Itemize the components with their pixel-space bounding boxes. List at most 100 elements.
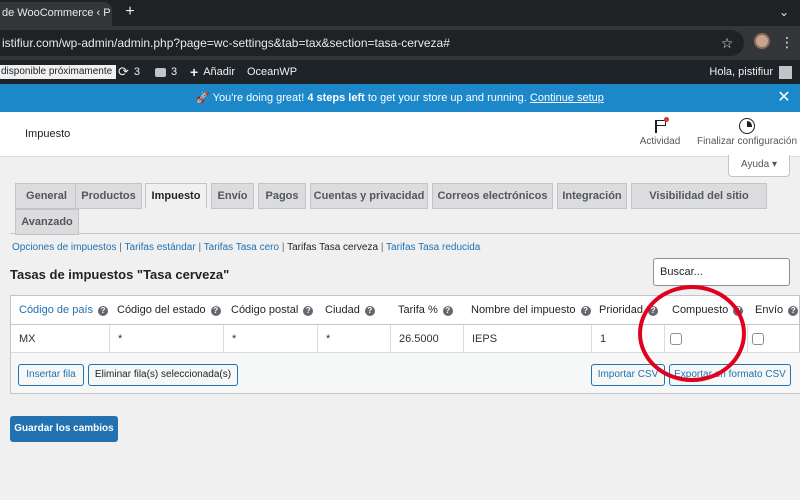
tab-search-icon[interactable]: ⌄ <box>776 4 792 20</box>
tab-pagos[interactable]: Pagos <box>258 183 306 209</box>
help-icon: ? <box>788 305 799 316</box>
header-shipping-label: Envío <box>755 304 784 316</box>
updates-icon: ⟳ <box>118 64 129 79</box>
table-row: MX * * * 26.5000 IEPS 1 <box>11 325 800 353</box>
tab-cuentas[interactable]: Cuentas y privacidad <box>310 183 428 209</box>
page-title: Impuesto <box>25 128 71 140</box>
help-icon: ? <box>733 305 744 316</box>
adminbar-updates[interactable]: ⟳ 3 <box>118 60 140 84</box>
bookmark-star-icon[interactable]: ☆ <box>718 30 736 56</box>
cell-country[interactable]: MX <box>11 325 110 353</box>
header-priority: Prioridad? <box>599 296 659 325</box>
header-rate-label: Tarifa % <box>398 304 438 316</box>
setup-notice-text: 🚀 You're doing great! 4 steps left to ge… <box>0 84 800 112</box>
help-button[interactable]: Ayuda ▾ <box>728 155 790 177</box>
header-country-label: Código de país <box>19 304 93 316</box>
insert-row-button[interactable]: Insertar fila <box>18 364 84 386</box>
wp-admin-bar: disponible próximamente ⟳ 3 3 + Añadir O… <box>0 60 800 84</box>
browser-menu-icon[interactable]: ⋮ <box>780 32 794 52</box>
notice-message-2: to get your store up and running. <box>367 92 527 104</box>
comments-icon <box>155 67 166 77</box>
adminbar-comments[interactable]: 3 <box>155 60 177 84</box>
close-icon[interactable]: ✕ <box>776 89 792 107</box>
notice-message: 🚀 You're doing great! <box>196 92 305 104</box>
settings-tabs: General Productos Impuesto Envío Pagos C… <box>10 183 800 235</box>
add-label: Añadir <box>203 66 235 78</box>
compound-checkbox[interactable] <box>670 333 682 345</box>
help-icon: ? <box>648 305 659 316</box>
finish-setup-label: Finalizar configuración <box>696 136 798 147</box>
tab-envio[interactable]: Envío <box>211 183 254 209</box>
header-state: Código del estado? <box>117 296 221 325</box>
help-icon: ? <box>442 305 453 316</box>
link-estandar[interactable]: Tarifas estándar <box>125 242 196 253</box>
comments-count: 3 <box>171 66 178 78</box>
header-country[interactable]: Código de país? <box>19 296 108 325</box>
tab-avanzado[interactable]: Avanzado <box>15 209 79 235</box>
table-header: Código de país? Código del estado? Códig… <box>11 296 800 325</box>
cell-priority[interactable]: 1 <box>592 325 665 353</box>
search-input[interactable]: Buscar... <box>653 258 790 286</box>
help-icon: ? <box>580 305 591 316</box>
activity-button[interactable]: Actividad <box>634 117 686 147</box>
tab-integracion[interactable]: Integración <box>557 183 627 209</box>
separator: | <box>281 242 285 253</box>
greeting: Hola, pistifiur <box>709 66 773 78</box>
separator: | <box>198 242 202 253</box>
cell-name[interactable]: IEPS <box>464 325 592 353</box>
delete-rows-button[interactable]: Eliminar fila(s) seleccionada(s) <box>88 364 238 386</box>
adminbar-oceanwp[interactable]: OceanWP <box>247 60 297 84</box>
cell-state[interactable]: * <box>110 325 224 353</box>
wc-header: Impuesto Actividad Finalizar configuraci… <box>0 112 800 157</box>
setup-notice-bar: 🚀 You're doing great! 4 steps left to ge… <box>0 84 800 112</box>
export-csv-button[interactable]: Exportar en formato CSV <box>669 364 791 386</box>
profile-avatar-icon[interactable] <box>754 33 770 49</box>
shipping-checkbox[interactable] <box>752 333 764 345</box>
cell-postcode[interactable]: * <box>224 325 318 353</box>
tab-productos[interactable]: Productos <box>75 183 142 209</box>
tab-general[interactable]: General <box>15 183 78 209</box>
flag-icon <box>652 117 669 134</box>
plus-icon: + <box>190 64 199 80</box>
adminbar-new[interactable]: + Añadir <box>190 60 235 84</box>
header-compound: Compuesto? <box>672 296 744 325</box>
header-rate: Tarifa %? <box>398 296 453 325</box>
cell-rate[interactable]: 26.5000 <box>391 325 464 353</box>
header-postcode: Código postal? <box>231 296 314 325</box>
updates-count: 3 <box>133 66 141 78</box>
help-icon: ? <box>303 305 314 316</box>
help-icon: ? <box>364 305 375 316</box>
tax-rates-table: Código de país? Código del estado? Códig… <box>10 295 800 394</box>
address-bar[interactable]: istifiur.com/wp-admin/admin.php?page=wc-… <box>0 30 744 56</box>
new-tab-button[interactable]: + <box>121 3 139 21</box>
tab-correos[interactable]: Correos electrónicos <box>432 183 553 209</box>
header-shipping: Envío? <box>755 296 799 325</box>
save-changes-button[interactable]: Guardar los cambios <box>10 416 118 442</box>
notice-steps: 4 steps left <box>307 92 365 104</box>
help-icon: ? <box>98 305 108 316</box>
help-icon: ? <box>210 305 221 316</box>
adminbar-notice[interactable]: disponible próximamente <box>0 65 117 79</box>
browser-toolbar: istifiur.com/wp-admin/admin.php?page=wc-… <box>0 26 800 60</box>
browser-tabstrip: de WooCommerce ‹ P + ⌄ <box>0 0 800 26</box>
activity-label: Actividad <box>639 136 681 147</box>
section-title: Tasas de impuestos "Tasa cerveza" <box>10 267 230 282</box>
tax-sections-nav: Opciones de impuestos | Tarifas estándar… <box>12 242 480 253</box>
header-postcode-label: Código postal <box>231 304 299 316</box>
link-opciones[interactable]: Opciones de impuestos <box>12 242 117 253</box>
header-priority-label: Prioridad <box>599 304 644 316</box>
header-compound-label: Compuesto <box>672 304 729 316</box>
url-text: istifiur.com/wp-admin/admin.php?page=wc-… <box>2 36 450 50</box>
link-reducida[interactable]: Tarifas Tasa reducida <box>386 242 480 253</box>
adminbar-account[interactable]: Hola, pistifiur <box>709 60 792 84</box>
import-csv-button[interactable]: Importar CSV <box>591 364 665 386</box>
continue-setup-link[interactable]: Continue setup <box>530 92 604 104</box>
link-cero[interactable]: Tarifas Tasa cero <box>204 242 279 253</box>
cell-city[interactable]: * <box>318 325 391 353</box>
link-cerveza-current[interactable]: Tarifas Tasa cerveza <box>287 242 378 253</box>
tab-impuesto[interactable]: Impuesto <box>145 183 207 209</box>
finish-setup-button[interactable]: Finalizar configuración <box>695 118 799 147</box>
browser-tab[interactable]: de WooCommerce ‹ P <box>0 2 112 26</box>
separator: | <box>380 242 384 253</box>
tab-visibilidad[interactable]: Visibilidad del sitio <box>631 183 767 209</box>
